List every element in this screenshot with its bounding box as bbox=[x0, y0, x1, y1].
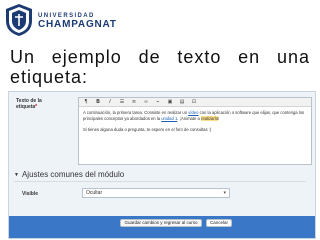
save-and-return-button[interactable]: Guardar cambios y regresar al curso bbox=[120, 219, 202, 227]
visible-select-value: Ocultar bbox=[86, 190, 102, 196]
visible-select[interactable]: Ocultar ▾ bbox=[82, 188, 230, 198]
chevron-down-icon: ▾ bbox=[223, 189, 226, 198]
required-mark: * bbox=[35, 104, 37, 110]
header: UNIVERSIDAD CHAMPAGNAT bbox=[0, 0, 320, 40]
bold-icon[interactable]: B bbox=[94, 99, 102, 105]
cancel-button[interactable]: Cancelar bbox=[206, 219, 232, 227]
rich-text-editor[interactable]: ¶ B I ☰ ≡ ∞ ⌁ ▣ ▤ ⊡ A continuación, la p… bbox=[78, 97, 312, 165]
chevron-down-icon[interactable]: ▼ bbox=[14, 172, 19, 178]
unlink-icon[interactable]: ⌁ bbox=[154, 99, 162, 105]
link-icon[interactable]: ∞ bbox=[142, 99, 150, 105]
bullet-list-icon[interactable]: ☰ bbox=[118, 99, 126, 105]
section-title[interactable]: Ajustes comunes del módulo bbox=[22, 170, 124, 179]
field-label-line2: etiqueta bbox=[16, 104, 35, 110]
numbered-list-icon[interactable]: ≡ bbox=[130, 99, 138, 105]
logo-text: UNIVERSIDAD CHAMPAGNAT bbox=[38, 13, 117, 30]
image-icon[interactable]: ▣ bbox=[166, 99, 174, 105]
media-icon[interactable]: ▤ bbox=[178, 99, 186, 105]
italic-icon[interactable]: I bbox=[106, 99, 114, 105]
slide-title: Un ejemplo de texto en una etiqueta: bbox=[10, 47, 310, 87]
field-label: Texto de la etiqueta* bbox=[16, 98, 42, 110]
editor-link-unit[interactable]: unidad 1 bbox=[161, 116, 177, 121]
editor-content[interactable]: A continuación, la primera tarea. Consis… bbox=[83, 110, 307, 133]
editor-highlight: realizarlo bbox=[201, 116, 218, 121]
editor-text-1: A continuación, la primera tarea. Consis… bbox=[83, 110, 188, 115]
editor-link-video[interactable]: vídeo bbox=[188, 110, 198, 115]
university-crest-icon bbox=[4, 3, 34, 37]
divider bbox=[14, 181, 306, 182]
editor-text-4: ! bbox=[218, 116, 219, 121]
logo-line2: CHAMPAGNAT bbox=[38, 19, 117, 30]
editor-text-3: . ¡Animate a bbox=[177, 116, 201, 121]
text-style-icon[interactable]: ¶ bbox=[82, 99, 90, 105]
visible-label: Visible bbox=[22, 191, 38, 197]
fullscreen-icon[interactable]: ⊡ bbox=[190, 99, 198, 105]
editor-toolbar: ¶ B I ☰ ≡ ∞ ⌁ ▣ ▤ ⊡ bbox=[79, 98, 311, 107]
section-header[interactable]: ▼ Ajustes comunes del módulo bbox=[14, 170, 124, 179]
editor-text-line2: Si tienes alguna duda o pregunta, te esp… bbox=[83, 127, 211, 132]
